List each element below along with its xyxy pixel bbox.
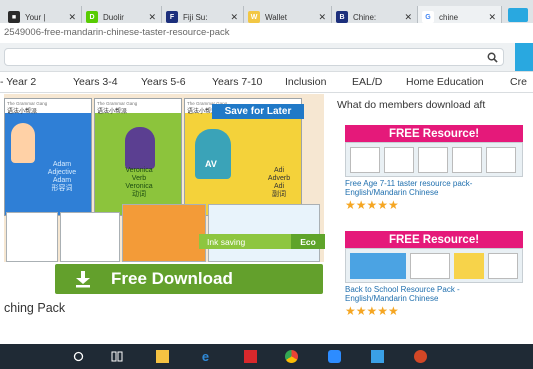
character-badge: AV: [205, 159, 217, 169]
tab-favicon-icon: D: [86, 11, 98, 23]
sheet-vocab: Adam Adjective Adam 形容词: [47, 161, 77, 192]
ink-saving-label: Ink saving: [207, 236, 246, 247]
character-illustration: [11, 123, 35, 163]
tab-title: Duolir: [103, 12, 124, 22]
worksheet-thumbnail: [208, 204, 320, 262]
free-download-button[interactable]: Free Download: [55, 264, 323, 294]
star-rating: ★★★★★: [345, 305, 523, 317]
close-tab-icon[interactable]: ✕: [68, 12, 76, 23]
nav-item-year-2[interactable]: - Year 2: [0, 76, 36, 88]
chrome-icon[interactable]: [285, 350, 298, 363]
ink-saving-toggle[interactable]: Ink saving Eco: [199, 234, 325, 249]
nav-item-years-3-4[interactable]: Years 3-4: [73, 76, 118, 88]
download-icon: [76, 271, 90, 288]
sheet-header: The Grammar Gang 语法小帮派: [95, 99, 181, 115]
free-download-label: Free Download: [111, 269, 233, 288]
related-resource-card[interactable]: FREE Resource! Free Age 7-11 taster reso…: [345, 125, 523, 211]
resource-thumbnail[interactable]: [345, 248, 523, 283]
tab-title: Your |: [25, 12, 46, 22]
related-resource-card[interactable]: FREE Resource! Back to School Resource P…: [345, 231, 523, 317]
file-explorer-icon[interactable]: [156, 350, 169, 363]
new-tab-button[interactable]: [508, 8, 528, 22]
tab-title: Chine:: [353, 12, 377, 22]
network-icon[interactable]: [371, 350, 384, 363]
character-illustration: [125, 127, 155, 169]
free-resource-banner: FREE Resource!: [345, 125, 523, 142]
cortana-icon[interactable]: [72, 350, 85, 363]
tab-title: Wallet: [265, 12, 287, 22]
sheet-chinese-label: 语法小帮派: [7, 109, 38, 115]
google-favicon-icon: G: [422, 11, 434, 23]
edge-icon[interactable]: e: [199, 349, 212, 364]
close-tab-icon[interactable]: ✕: [230, 12, 238, 23]
tab-favicon-icon: W: [248, 11, 260, 23]
task-view-icon[interactable]: [110, 350, 123, 363]
star-rating: ★★★★★: [345, 199, 523, 211]
category-nav: - Year 2 Years 3-4 Years 5-6 Years 7-10 …: [0, 71, 533, 93]
site-search-row: [0, 43, 533, 71]
close-tab-icon[interactable]: ✕: [148, 12, 156, 23]
search-input[interactable]: [4, 48, 504, 66]
tab-title: chine: [439, 12, 459, 22]
worksheet-thumbnail: [122, 204, 206, 262]
grammar-sheet-verb: The Grammar Gang 语法小帮派 Veronica Verb Ver…: [94, 98, 182, 216]
site-accent-tab: [515, 43, 533, 71]
character-illustration: [195, 129, 231, 179]
sheet-vocab: Adi Adverb Adi 副词: [267, 167, 291, 198]
sheet-chinese-label: 语法小帮派: [97, 109, 128, 115]
sheet-header: The Grammar Gang 语法小帮派: [5, 99, 91, 115]
nav-item-inclusion[interactable]: Inclusion: [285, 76, 326, 88]
star-icon: ★★★★★: [345, 198, 399, 212]
sidebar-heading: What do members download aft: [337, 99, 486, 111]
zoom-icon[interactable]: [328, 350, 341, 363]
resource-thumbnail[interactable]: [345, 142, 523, 177]
save-for-later-button[interactable]: Save for Later: [212, 104, 304, 119]
url-text[interactable]: 2549006-free-mandarin-chinese-taster-res…: [4, 27, 229, 38]
resource-title: ching Pack: [4, 301, 66, 315]
tab-title: Fiji Su:: [183, 12, 208, 22]
grammar-sheet-adjective: The Grammar Gang 语法小帮派 Adam Adjective Ad…: [4, 98, 92, 216]
acrobat-icon[interactable]: [244, 350, 257, 363]
nav-item-home-education[interactable]: Home Education: [406, 76, 484, 88]
windows-taskbar: e: [0, 344, 533, 369]
tab-favicon-icon: ■: [8, 11, 20, 23]
nav-item-eal-d[interactable]: EAL/D: [352, 76, 382, 88]
nav-item-years-7-10[interactable]: Years 7-10: [212, 76, 262, 88]
nav-item-years-5-6[interactable]: Years 5-6: [141, 76, 186, 88]
worksheet-thumbnail: [60, 212, 120, 262]
nav-item-cre[interactable]: Cre: [510, 76, 527, 88]
worksheet-thumbnail: [6, 212, 58, 262]
save-for-later-label: Save for Later: [224, 106, 292, 117]
search-icon[interactable]: [487, 52, 498, 63]
address-bar[interactable]: 2549006-free-mandarin-chinese-taster-res…: [0, 23, 533, 43]
eco-label: Eco: [291, 234, 325, 249]
close-tab-icon[interactable]: ✕: [318, 12, 326, 23]
close-tab-icon[interactable]: ✕: [404, 12, 412, 23]
sheet-vocab: Veronica Verb Veronica 动词: [125, 167, 153, 198]
star-icon: ★★★★★: [345, 304, 399, 318]
resource-title-link[interactable]: Free Age 7-11 taster resource pack-Engli…: [345, 179, 523, 197]
close-tab-icon[interactable]: ✕: [488, 12, 496, 23]
tab-favicon-icon: B: [336, 11, 348, 23]
free-resource-banner: FREE Resource!: [345, 231, 523, 248]
tab-favicon-icon: F: [166, 11, 178, 23]
powerpoint-icon[interactable]: [414, 350, 427, 363]
resource-title-link[interactable]: Back to School Resource Pack - English/M…: [345, 285, 523, 303]
